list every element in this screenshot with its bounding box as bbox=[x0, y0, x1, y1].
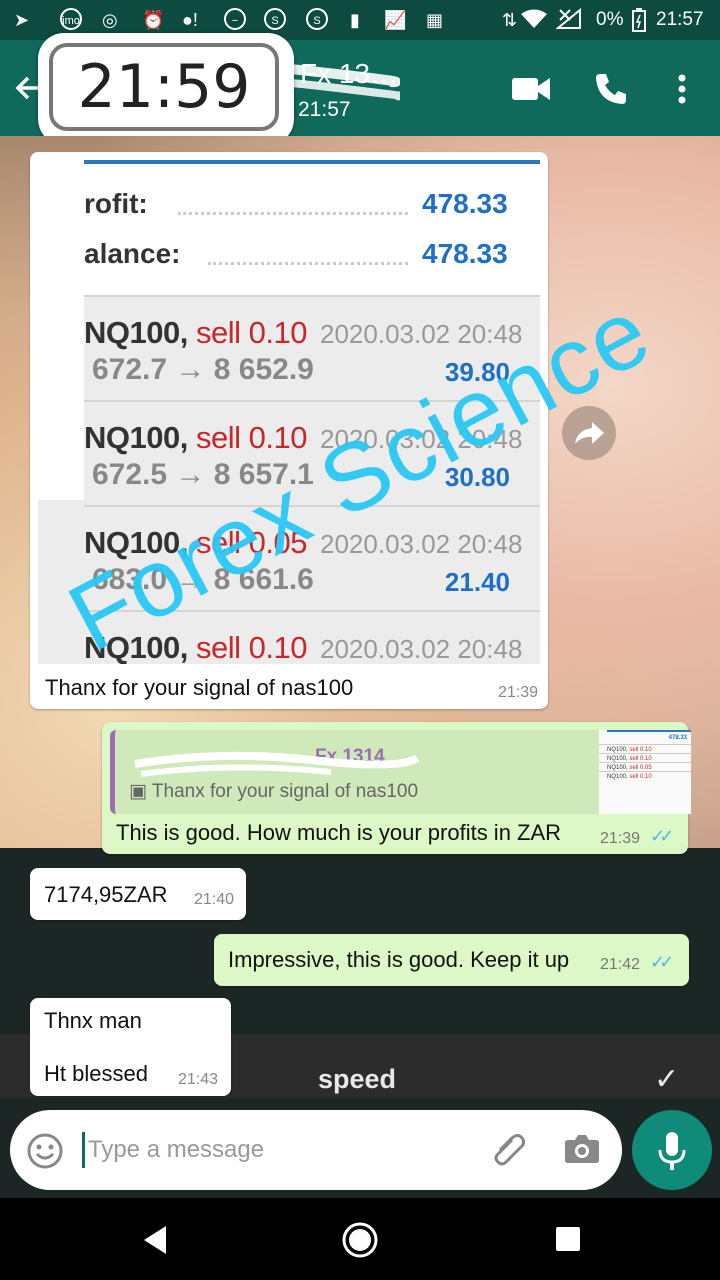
navigation-bar bbox=[0, 1198, 720, 1280]
clock: 21:57 bbox=[656, 9, 704, 30]
s-app-icon-2: S bbox=[306, 8, 328, 30]
phone-status-icon: ▮ bbox=[350, 10, 360, 30]
trade-profit: 30.80 bbox=[444, 462, 510, 492]
trade-screenshot-image[interactable]: rofit: 478.33 alance: 478.33 NQ100, sell… bbox=[38, 160, 540, 664]
gallery-icon: ▦ bbox=[426, 10, 444, 30]
outgoing-message[interactable]: Impressive, this is good. Keep it up 21:… bbox=[214, 934, 689, 986]
trade-prices: 672.7 → 8 652.9 bbox=[92, 353, 314, 386]
trade-symbol: NQ100, bbox=[84, 630, 188, 664]
incoming-message[interactable]: Thnx man Ht blessed 21:43 bbox=[30, 998, 231, 1096]
nav-home-icon[interactable] bbox=[340, 1220, 380, 1260]
s-app-icon: S bbox=[264, 8, 286, 30]
clock-overlay: 21:59 bbox=[38, 33, 294, 145]
incoming-message[interactable]: 7174,95ZAR 21:40 bbox=[30, 868, 246, 920]
imo-icon: imo bbox=[60, 8, 82, 30]
trade-date: 2020.03.02 20:48 bbox=[320, 319, 523, 349]
read-receipt-icon: ✓✓ bbox=[650, 826, 674, 846]
checkmark-icon[interactable]: ✓ bbox=[654, 1062, 679, 1097]
message-text: Impressive, this is good. Keep it up bbox=[228, 947, 570, 972]
telegram-icon: ➤ bbox=[14, 10, 30, 30]
profit-value: 478.33 bbox=[422, 188, 508, 219]
data-arrows-icon: ⇅ bbox=[502, 10, 518, 30]
message-text: This is good. How much is your profits i… bbox=[116, 820, 562, 845]
activity-icon: 📈 bbox=[384, 10, 407, 30]
message-composer bbox=[10, 1110, 622, 1190]
balance-label: alance: bbox=[84, 238, 181, 269]
trade-row: NQ100, sell 0.10 2020.03.02 20:48 672.7 … bbox=[84, 295, 540, 401]
incoming-image-message[interactable]: rofit: 478.33 alance: 478.33 NQ100, sell… bbox=[30, 152, 548, 709]
message-input[interactable] bbox=[86, 1124, 470, 1176]
photo-icon: ▣ bbox=[129, 781, 152, 802]
message-text-line: Ht blessed bbox=[44, 1061, 148, 1086]
trade-side: sell 0.10 bbox=[195, 630, 307, 664]
minus-icon: − bbox=[224, 8, 246, 30]
trade-side: sell 0.10 bbox=[195, 420, 307, 455]
message-text-line: Thnx man bbox=[44, 1008, 142, 1033]
message-time: 21:39 bbox=[497, 684, 538, 701]
trade-row: NQ100, sell 0.10 2020.03.02 20:48 672.5 … bbox=[84, 400, 540, 506]
trade-profit: 21.40 bbox=[444, 567, 510, 597]
message-text: 7174,95ZAR bbox=[44, 882, 168, 907]
trade-profit: 39.80 bbox=[444, 357, 510, 387]
message-time: 21:42 bbox=[600, 956, 641, 973]
battery-icon bbox=[632, 8, 646, 38]
trade-prices: 683.0 → 8 661.6 bbox=[92, 563, 314, 596]
quoted-message[interactable]: Fx 1314 ▣ Thanx for your signal of nas10… bbox=[110, 730, 691, 814]
battery-percent: 0% bbox=[596, 9, 624, 30]
trade-symbol: NQ100, bbox=[84, 315, 188, 350]
voice-message-button[interactable] bbox=[632, 1110, 712, 1190]
voice-call-icon[interactable] bbox=[594, 72, 628, 111]
read-receipt-icon: ✓✓ bbox=[650, 952, 674, 972]
message-time: 21:43 bbox=[178, 1071, 219, 1088]
trade-date: 2020.03.02 20:48 bbox=[320, 529, 523, 559]
alarm-icon: ⏰ bbox=[142, 10, 165, 30]
quoted-image-thumbnail: 478.33 NQ100, sell 0.10 NQ100, sell 0.10… bbox=[599, 730, 691, 814]
nav-recents-icon[interactable] bbox=[555, 1226, 581, 1252]
nav-back-icon[interactable] bbox=[140, 1224, 170, 1256]
camera-icon[interactable] bbox=[564, 1132, 600, 1169]
profit-label: rofit: bbox=[84, 188, 148, 219]
trade-row: NQ100, sell 0.05 2020.03.02 20:48 683.0 … bbox=[84, 505, 540, 611]
outgoing-message-reply[interactable]: Fx 1314 ▣ Thanx for your signal of nas10… bbox=[102, 722, 691, 854]
emoji-icon[interactable] bbox=[26, 1132, 64, 1175]
suggestion-word[interactable]: speed bbox=[318, 1064, 396, 1095]
signal-icon bbox=[555, 7, 584, 36]
text-cursor bbox=[82, 1132, 85, 1168]
trade-date: 2020.03.02 20:48 bbox=[320, 634, 523, 664]
trade-side: sell 0.05 bbox=[195, 525, 307, 560]
video-call-icon[interactable] bbox=[512, 76, 550, 107]
redaction-scribble bbox=[134, 751, 420, 777]
trade-symbol: NQ100, bbox=[84, 420, 188, 455]
forward-button[interactable] bbox=[562, 406, 616, 460]
more-options-icon[interactable] bbox=[676, 72, 688, 111]
trade-prices: 672.5 → 8 657.1 bbox=[92, 458, 314, 491]
forward-icon bbox=[575, 422, 604, 444]
wifi-icon bbox=[520, 8, 548, 36]
instagram-icon: ◎ bbox=[102, 10, 118, 30]
trade-symbol: NQ100, bbox=[84, 525, 188, 560]
message-time: 21:40 bbox=[194, 891, 235, 908]
message-time: 21:39 bbox=[600, 830, 641, 847]
quoted-text: Thanx for your signal of nas100 bbox=[151, 781, 419, 802]
trade-row: NQ100, sell 0.10 2020.03.02 20:48 bbox=[84, 610, 540, 664]
balance-value: 478.33 bbox=[422, 238, 508, 269]
microphone-icon bbox=[658, 1132, 686, 1170]
notification-icon: ●! bbox=[182, 10, 198, 30]
trade-date: 2020.03.02 20:48 bbox=[320, 424, 523, 454]
trade-side: sell 0.10 bbox=[195, 315, 307, 350]
message-text: Thanx for your signal of nas100 bbox=[45, 675, 354, 700]
clock-overlay-time: 21:59 bbox=[49, 43, 279, 131]
attach-icon[interactable] bbox=[488, 1130, 528, 1175]
